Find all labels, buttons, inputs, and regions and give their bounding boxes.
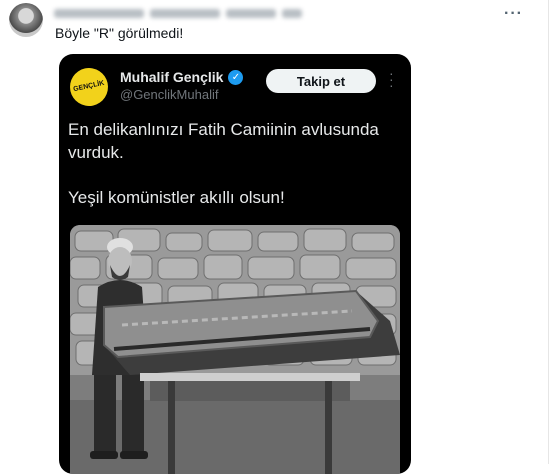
author-name-row: Muhalif Gençlik ✓ <box>120 69 244 85</box>
user-avatar[interactable] <box>9 3 43 37</box>
follow-button[interactable]: Takip et <box>266 69 376 93</box>
author-name[interactable]: Muhalif Gençlik <box>120 69 223 85</box>
blurred-user-header <box>54 8 304 19</box>
quoted-tweet-body: En delikanlınızı Fatih Camiinin avlusund… <box>68 118 404 209</box>
author-handle[interactable]: @GenclikMuhalif <box>120 87 218 102</box>
quoted-tweet[interactable]: GENÇLİK Muhalif Gençlik ✓ @GenclikMuhali… <box>59 54 411 474</box>
verified-badge-icon: ✓ <box>228 69 244 85</box>
tweet-text: Böyle "R" görülmedi! <box>55 25 184 41</box>
logo-text: GENÇLİK <box>72 79 106 94</box>
more-options-icon[interactable]: ··· <box>504 6 523 22</box>
body-line: Yeşil komünistler akıllı olsun! <box>68 188 285 207</box>
photo-scene <box>70 225 400 474</box>
body-line: En delikanlınızı Fatih Camiinin avlusund… <box>68 120 379 162</box>
tweet-photo[interactable] <box>70 225 400 474</box>
author-logo[interactable]: GENÇLİK <box>66 64 112 110</box>
quoted-more-options-icon[interactable]: · · · <box>389 66 394 92</box>
